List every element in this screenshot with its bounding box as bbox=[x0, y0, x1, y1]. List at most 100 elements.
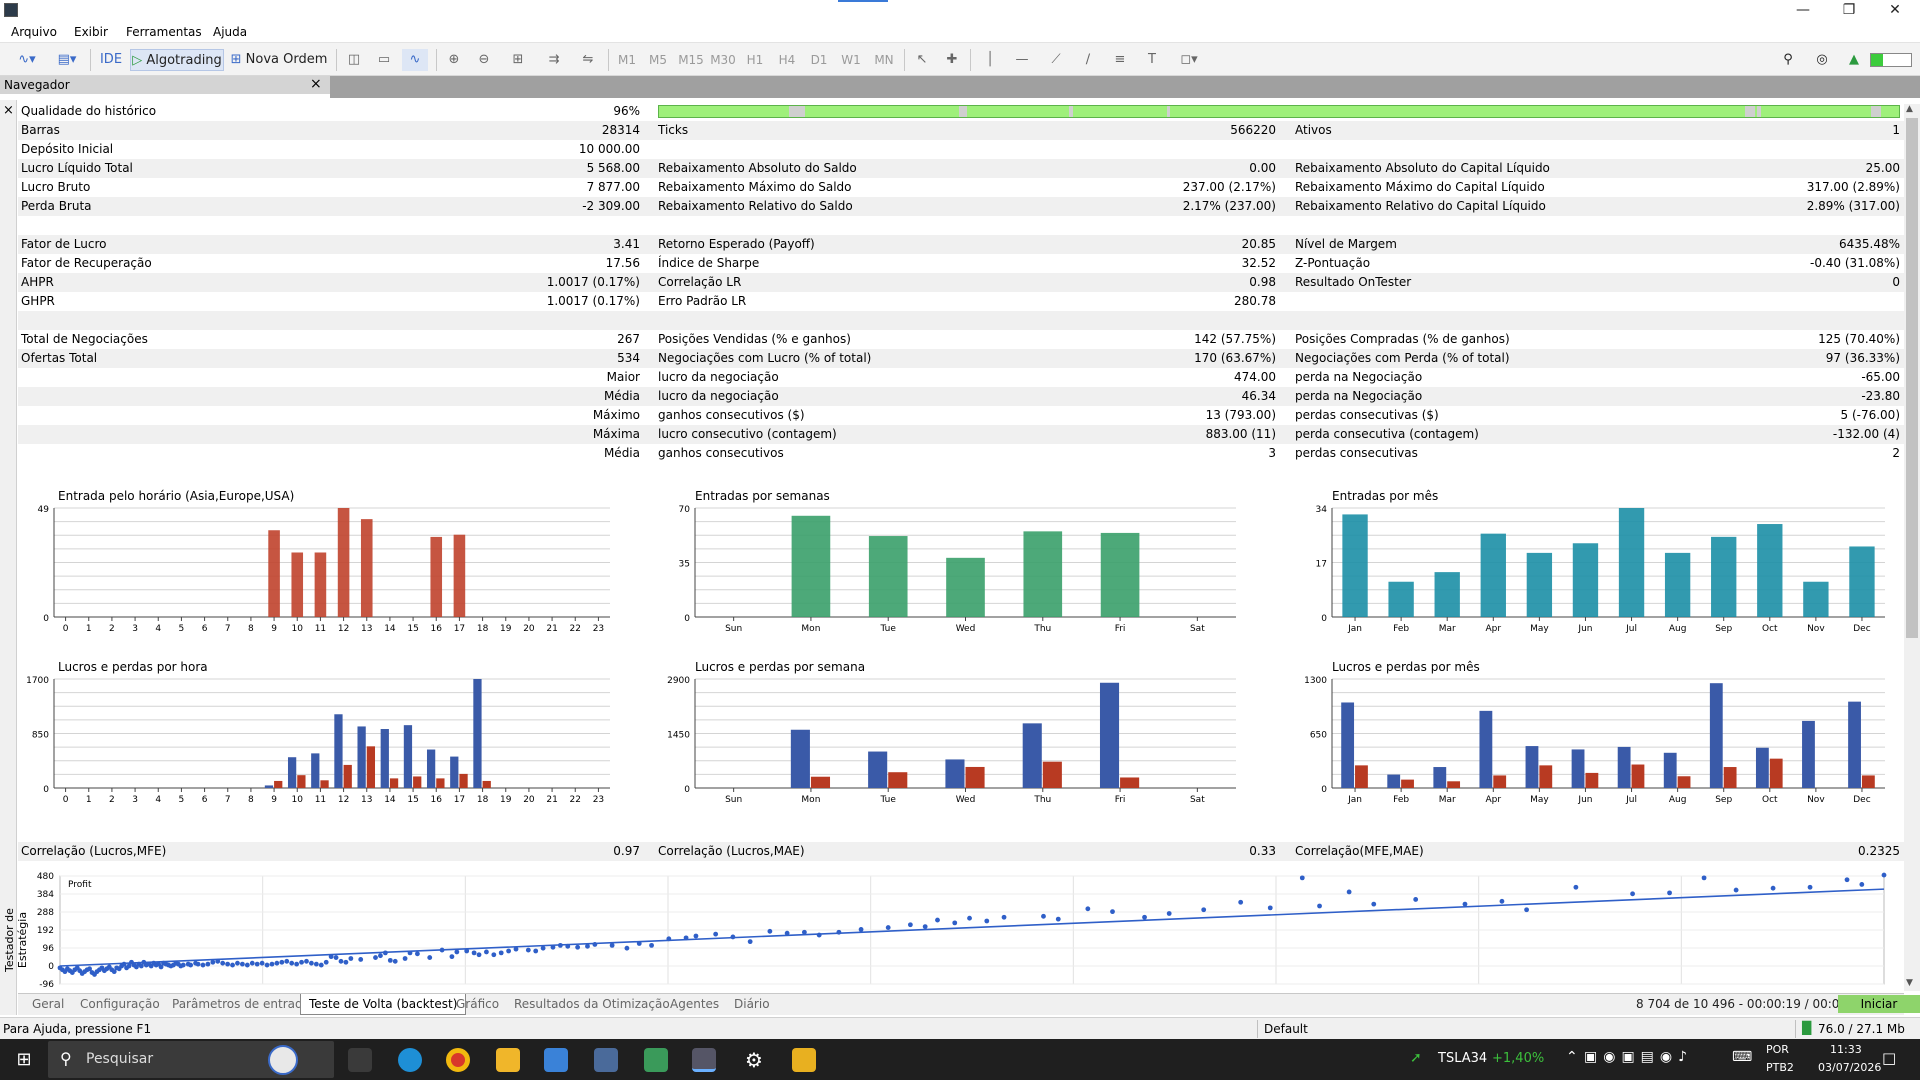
bar-chart-icon[interactable]: ◫ bbox=[342, 49, 366, 71]
scatter-point bbox=[471, 950, 477, 956]
stats-row bbox=[18, 311, 1904, 330]
file-explorer-icon[interactable] bbox=[496, 1048, 520, 1072]
timeframe-h1[interactable]: H1 bbox=[742, 49, 768, 71]
x-tick-label: 22 bbox=[570, 624, 581, 634]
bar bbox=[1434, 572, 1460, 617]
channel-icon[interactable]: ∕ bbox=[1076, 49, 1100, 71]
app-yellow-icon[interactable] bbox=[792, 1048, 816, 1072]
metatrader-icon-1[interactable] bbox=[594, 1048, 618, 1072]
bar bbox=[1447, 781, 1461, 788]
tab-diario[interactable]: Diário bbox=[734, 997, 770, 1011]
y-tick-label: 35 bbox=[679, 560, 690, 570]
fibonacci-icon[interactable]: ≡ bbox=[1108, 49, 1132, 71]
chart-type-icon[interactable]: ∿▾ bbox=[10, 49, 44, 71]
tab-otimizacao[interactable]: Resultados da Otimização bbox=[514, 997, 670, 1011]
autoscroll-icon[interactable]: ⇉ bbox=[542, 49, 566, 71]
navigator-close-icon[interactable]: × bbox=[310, 76, 322, 92]
grid-icon[interactable]: ⊞ bbox=[506, 49, 530, 71]
bar bbox=[1341, 702, 1355, 788]
timeframe-d1[interactable]: D1 bbox=[806, 49, 832, 71]
ticker-symbol[interactable]: TSLA34 bbox=[1438, 1051, 1487, 1066]
tab-geral[interactable]: Geral bbox=[32, 997, 64, 1011]
keyboard-icon[interactable]: ⌨ bbox=[1732, 1049, 1752, 1065]
settings-icon[interactable]: ⚙ bbox=[742, 1048, 766, 1072]
stat-label: Retorno Esperado (Payoff) bbox=[658, 237, 815, 251]
timeframe-m5[interactable]: M5 bbox=[645, 49, 671, 71]
crosshair-icon[interactable]: ✚ bbox=[940, 49, 964, 71]
search-icon[interactable]: ⚲ bbox=[1776, 49, 1800, 71]
metatrader-icon-2[interactable] bbox=[644, 1048, 668, 1072]
scatter-point bbox=[254, 961, 260, 967]
shapes-icon[interactable]: ◻▾ bbox=[1172, 49, 1206, 71]
menu-ajuda[interactable]: Ajuda bbox=[213, 25, 247, 39]
horizontal-line-icon[interactable]: — bbox=[1010, 49, 1034, 71]
scatter-point bbox=[274, 960, 280, 966]
clock-date[interactable]: 03/07/2026 bbox=[1818, 1061, 1881, 1074]
timeframe-w1[interactable]: W1 bbox=[838, 49, 864, 71]
play-icon: ▷ bbox=[132, 53, 143, 68]
stat-value: 474.00 bbox=[1234, 370, 1276, 384]
zoom-out-icon[interactable]: ⊖ bbox=[472, 49, 496, 71]
trendline-icon[interactable]: ⟋ bbox=[1044, 49, 1068, 71]
restore-button[interactable]: ❐ bbox=[1826, 0, 1872, 22]
timeframe-m30[interactable]: M30 bbox=[708, 49, 738, 71]
zoom-in-icon[interactable]: ⊕ bbox=[442, 49, 466, 71]
account-icon[interactable]: ◎ bbox=[1810, 49, 1834, 71]
stat-value: 170 (63.67%) bbox=[1194, 351, 1276, 365]
windows-start-icon[interactable]: ⊞ bbox=[12, 1048, 36, 1072]
panel-close-icon[interactable]: × bbox=[3, 103, 14, 118]
nova-ordem-button[interactable]: ⊞ Nova Ordem bbox=[230, 49, 328, 71]
store-icon[interactable] bbox=[544, 1048, 568, 1072]
tab-parametros[interactable]: Parâmetros de entrada bbox=[172, 997, 310, 1011]
scatter-point bbox=[666, 936, 672, 942]
vertical-line-icon[interactable]: │ bbox=[978, 49, 1002, 71]
lang-2[interactable]: PTB2 bbox=[1766, 1061, 1794, 1074]
taskbar-search[interactable]: ⚲ Pesquisar bbox=[48, 1041, 334, 1078]
timeframe-mn[interactable]: MN bbox=[870, 49, 898, 71]
stat-value: 534 bbox=[617, 351, 640, 365]
tab-backtest[interactable]: Teste de Volta (backtest) bbox=[300, 994, 467, 1015]
scrollbar-thumb[interactable] bbox=[1906, 118, 1918, 638]
tab-configuracao[interactable]: Configuração bbox=[80, 997, 160, 1011]
menu-arquivo[interactable]: Arquivo bbox=[11, 25, 57, 39]
scatter-point bbox=[624, 945, 630, 951]
algotrading-button[interactable]: ▷ Algotrading bbox=[130, 49, 224, 71]
status-profile: Default bbox=[1264, 1022, 1308, 1036]
stats-row: Ofertas Total 534 Negociações com Lucro (%… bbox=[18, 349, 1904, 368]
bar bbox=[482, 780, 491, 788]
stat-value: 5 (-76.00) bbox=[1840, 408, 1901, 422]
close-window-button[interactable]: ✕ bbox=[1872, 0, 1918, 22]
line-chart-icon[interactable]: ∿ bbox=[402, 49, 428, 71]
tab-agentes[interactable]: Agentes bbox=[670, 997, 719, 1011]
scroll-down-icon[interactable]: ▼ bbox=[1906, 978, 1913, 988]
chart-shift-icon[interactable]: ⇋ bbox=[576, 49, 600, 71]
chart-template-icon[interactable]: ▤▾ bbox=[50, 49, 84, 71]
clock-time[interactable]: 11:33 bbox=[1830, 1043, 1862, 1056]
scatter-point bbox=[1630, 891, 1635, 897]
timeframe-h4[interactable]: H4 bbox=[774, 49, 800, 71]
menu-exibir[interactable]: Exibir bbox=[74, 25, 108, 39]
menu-ferramentas[interactable]: Ferramentas bbox=[126, 25, 202, 39]
ide-button[interactable]: IDE bbox=[98, 49, 124, 71]
metatrader-active-icon[interactable] bbox=[692, 1048, 716, 1072]
tray-chevron-icon[interactable]: ⌃ bbox=[1566, 1049, 1578, 1065]
task-view-icon[interactable] bbox=[348, 1048, 372, 1072]
app-logo-icon bbox=[4, 3, 18, 17]
scroll-up-icon[interactable]: ▲ bbox=[1906, 104, 1913, 114]
cursor-icon[interactable]: ↖ bbox=[910, 49, 934, 71]
chart-area-background bbox=[330, 76, 1920, 98]
chrome-icon[interactable] bbox=[446, 1048, 470, 1072]
start-button[interactable]: Iniciar bbox=[1838, 995, 1920, 1013]
scatter-point bbox=[506, 948, 512, 954]
lang-1[interactable]: POR bbox=[1766, 1043, 1789, 1056]
chart-title: Lucros e perdas por hora bbox=[58, 660, 208, 674]
edge-icon[interactable] bbox=[398, 1048, 422, 1072]
minimize-button[interactable]: — bbox=[1780, 0, 1826, 22]
timeframe-m15[interactable]: M15 bbox=[676, 49, 706, 71]
notifications-icon[interactable]: □ bbox=[1882, 1049, 1896, 1067]
tray-icons[interactable]: ▣◉▣▤◉♪ bbox=[1584, 1049, 1693, 1065]
candles-icon[interactable]: ▭ bbox=[372, 49, 396, 71]
timeframe-m1[interactable]: M1 bbox=[614, 49, 640, 71]
tab-grafico[interactable]: Gráfico bbox=[456, 997, 499, 1011]
text-tool-icon[interactable]: T bbox=[1140, 49, 1164, 71]
